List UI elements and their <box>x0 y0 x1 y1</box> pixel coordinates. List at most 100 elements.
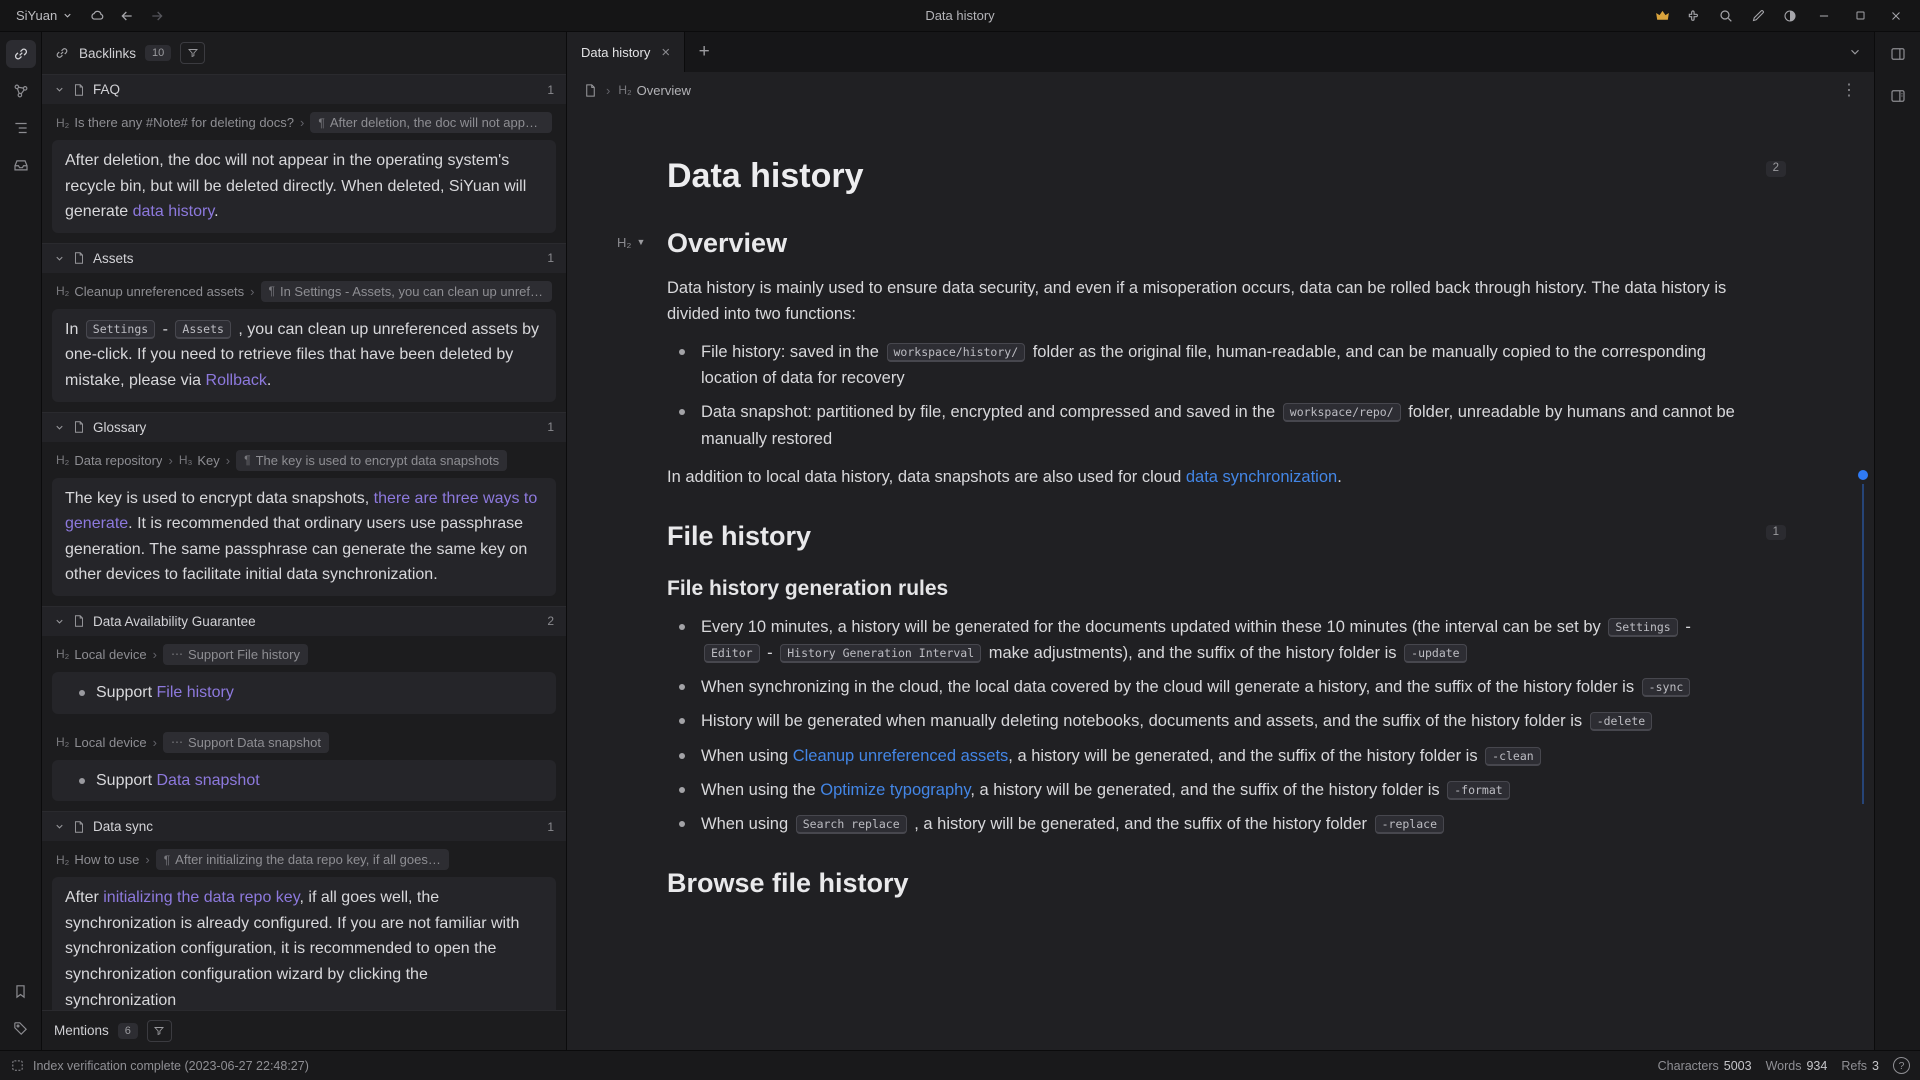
backlink-breadcrumb[interactable]: H₂How to use›¶After initializing the dat… <box>42 841 566 874</box>
breadcrumb-item[interactable]: ¶The key is used to encrypt data snapsho… <box>236 450 507 471</box>
breadcrumb-item-overview[interactable]: H₂ Overview <box>618 83 691 98</box>
cloud-sync-icon[interactable] <box>83 4 111 28</box>
section-header[interactable]: Glossary1 <box>42 412 566 442</box>
tab-list-chevron-icon[interactable] <box>1836 32 1874 72</box>
theme-toggle-icon[interactable] <box>1776 4 1804 28</box>
heading-collapse-icon[interactable]: ▼ <box>636 238 645 249</box>
forward-icon[interactable] <box>143 4 171 28</box>
minimize-button[interactable] <box>1808 4 1840 28</box>
maximize-button[interactable] <box>1844 4 1876 28</box>
breadcrumb-item[interactable]: ¶In Settings - Assets, you can clean up … <box>261 281 552 302</box>
chevron-down-icon[interactable] <box>54 84 65 95</box>
breadcrumb-item[interactable]: H₂How to use <box>56 852 139 867</box>
breadcrumb-item[interactable]: H₂Data repository <box>56 453 162 468</box>
backlink-breadcrumb[interactable]: H₂Local device›⋯Support File history <box>42 636 566 669</box>
breadcrumb-item[interactable]: H₂Local device <box>56 647 147 662</box>
plugin-icon[interactable] <box>1680 4 1708 28</box>
section-header[interactable]: Data sync1 <box>42 811 566 841</box>
outline-dock-icon[interactable] <box>6 114 36 142</box>
list-item[interactable]: When using Cleanup unreferenced assets, … <box>701 743 1744 769</box>
tab-data-history[interactable]: Data history × <box>567 32 685 72</box>
list-item[interactable]: Data snapshot: partitioned by file, encr… <box>701 399 1744 451</box>
chevron-down-icon[interactable] <box>54 616 65 627</box>
backlink-count-badge[interactable]: 2 <box>1766 161 1786 177</box>
status-bar: Index verification complete (2023-06-27 … <box>0 1050 1920 1080</box>
backlinks-dock-icon[interactable] <box>6 40 36 68</box>
breadcrumb-item[interactable]: ⋯Support File history <box>163 644 308 665</box>
block-ref-link[interactable]: File history <box>156 684 233 701</box>
crumb-text: Data repository <box>74 453 162 468</box>
help-icon[interactable]: ? <box>1893 1057 1910 1074</box>
chevron-down-icon[interactable] <box>54 821 65 832</box>
breadcrumb-item[interactable]: H₂Is there any #Note# for deleting docs? <box>56 115 294 130</box>
backlink-excerpt[interactable]: After deletion, the doc will not appear … <box>52 140 556 233</box>
heading-file-history-generation-rules[interactable]: File history generation rules <box>667 576 1744 602</box>
funnel-icon <box>187 47 199 59</box>
breadcrumb-item[interactable]: H₂Cleanup unreferenced assets <box>56 284 244 299</box>
backlink-excerpt[interactable]: Support Data snapshot <box>52 760 556 802</box>
backlink-breadcrumb[interactable]: H₂Is there any #Note# for deleting docs?… <box>42 104 566 137</box>
heading-overview[interactable]: OverviewH₂▼ <box>667 227 1744 259</box>
list-item[interactable]: Every 10 minutes, a history will be gene… <box>701 614 1744 666</box>
section-header[interactable]: Data Availability Guarantee2 <box>42 606 566 636</box>
breadcrumb-item[interactable]: ¶After initializing the data repo key, i… <box>156 849 449 870</box>
backlink-excerpt[interactable]: After initializing the data repo key, if… <box>52 877 556 1010</box>
block-ref-link[interactable]: Data snapshot <box>156 772 259 789</box>
editor-scroll-area[interactable]: Data history2 OverviewH₂▼ Data history is … <box>567 108 1874 1050</box>
mentions-bar[interactable]: Mentions 6 <box>42 1010 566 1050</box>
breadcrumb-item[interactable]: H₃Key <box>179 453 220 468</box>
mentions-filter-button[interactable] <box>147 1020 172 1042</box>
new-tab-button[interactable]: + <box>685 32 723 72</box>
text-run: , a history will be generated, and the s… <box>910 815 1372 833</box>
right-dock-panel-icon[interactable] <box>1883 82 1913 110</box>
hyperlink[interactable]: data synchronization <box>1186 468 1337 486</box>
bookmark-dock-icon[interactable] <box>6 977 36 1005</box>
back-icon[interactable] <box>113 4 141 28</box>
backlink-breadcrumb[interactable]: H₂Data repository›H₃Key›¶The key is used… <box>42 442 566 475</box>
list-item[interactable]: File history: saved in the workspace/his… <box>701 339 1744 391</box>
graph-dock-icon[interactable] <box>6 77 36 105</box>
list-item[interactable]: When using the Optimize typography, a hi… <box>701 777 1744 803</box>
list-item[interactable]: History will be generated when manually … <box>701 708 1744 734</box>
backlink-excerpt[interactable]: In Settings - Assets , you can clean up … <box>52 309 556 402</box>
edit-mode-pencil-icon[interactable] <box>1744 4 1772 28</box>
inbox-dock-icon[interactable] <box>6 151 36 179</box>
tab-close-icon[interactable]: × <box>661 44 670 61</box>
breadcrumb-item[interactable]: H₂Local device <box>56 735 147 750</box>
section-header[interactable]: FAQ1 <box>42 74 566 104</box>
workspace-menu-button[interactable]: SiYuan <box>8 4 81 27</box>
heading-data-history[interactable]: Data history2 <box>667 156 1744 197</box>
more-options-icon[interactable]: ⋮ <box>1841 80 1858 100</box>
heading-browse-file-history[interactable]: Browse file history <box>667 867 1744 899</box>
scrollbar-track[interactable] <box>1862 484 1864 804</box>
hyperlink[interactable]: Cleanup unreferenced assets <box>793 747 1009 765</box>
tag-dock-icon[interactable] <box>6 1014 36 1042</box>
breadcrumb-item[interactable]: ¶After deletion, the doc will not appear… <box>310 112 552 133</box>
backlink-count-badge[interactable]: 1 <box>1766 525 1786 541</box>
backlinks-filter-button[interactable] <box>180 42 205 64</box>
heading-text: File history generation rules <box>667 577 948 600</box>
crumb-type-icon: H₂ <box>56 735 69 749</box>
breadcrumb-item[interactable]: ⋯Support Data snapshot <box>163 732 329 753</box>
close-button[interactable] <box>1880 4 1912 28</box>
backlink-breadcrumb[interactable]: H₂Cleanup unreferenced assets›¶In Settin… <box>42 273 566 306</box>
paragraph[interactable]: Data history is mainly used to ensure da… <box>667 275 1744 327</box>
scroll-position-dot[interactable] <box>1858 470 1868 480</box>
paragraph[interactable]: In addition to local data history, data … <box>667 464 1744 490</box>
membership-crown-icon[interactable] <box>1648 4 1676 28</box>
list-item[interactable]: When synchronizing in the cloud, the loc… <box>701 674 1744 700</box>
backlink-breadcrumb[interactable]: H₂Local device›⋯Support Data snapshot <box>42 724 566 757</box>
heading-file-history[interactable]: File history1 <box>667 520 1744 552</box>
block-ref-link[interactable]: data history <box>133 203 215 220</box>
chevron-down-icon[interactable] <box>54 422 65 433</box>
list-item[interactable]: When using Search replace , a history wi… <box>701 811 1744 837</box>
backlink-excerpt[interactable]: The key is used to encrypt data snapshot… <box>52 478 556 596</box>
block-ref-link[interactable]: Rollback <box>206 372 267 389</box>
block-ref-link[interactable]: initializing the data repo key <box>103 889 299 906</box>
section-header[interactable]: Assets1 <box>42 243 566 273</box>
hyperlink[interactable]: Optimize typography <box>820 781 970 799</box>
search-icon[interactable] <box>1712 4 1740 28</box>
backlink-excerpt[interactable]: Support File history <box>52 672 556 714</box>
chevron-down-icon[interactable] <box>54 253 65 264</box>
right-panel-toggle-icon[interactable] <box>1883 40 1913 68</box>
